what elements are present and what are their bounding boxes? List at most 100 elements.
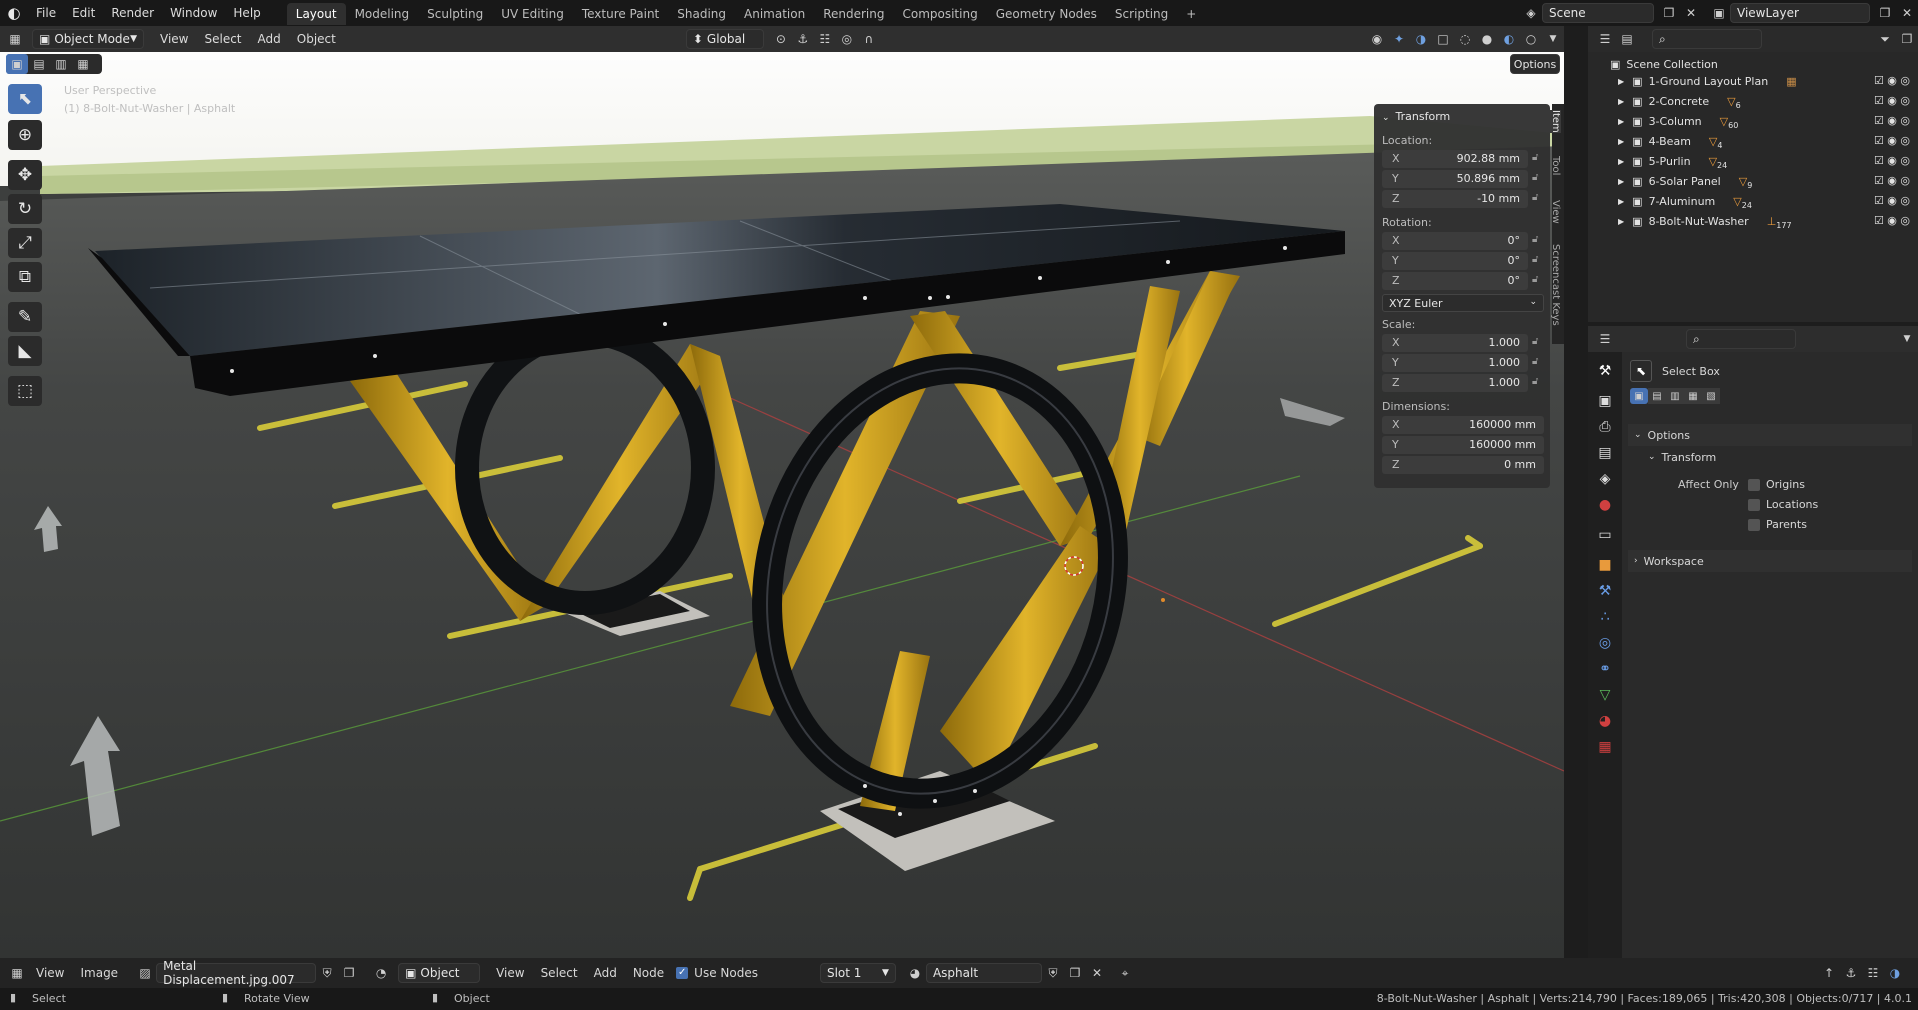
select-new-icon[interactable]: ▣ bbox=[6, 54, 28, 74]
cursor-tool[interactable]: ⊕ bbox=[8, 120, 42, 150]
transform-subpanel[interactable]: ⌄ Transform bbox=[1642, 446, 1912, 468]
add-workspace-button[interactable]: + bbox=[1177, 3, 1205, 25]
world-tab-icon[interactable]: ● bbox=[1592, 492, 1618, 518]
overlay-icon[interactable]: ◑ bbox=[1410, 29, 1432, 49]
select-new-icon[interactable]: ▣ bbox=[1630, 388, 1648, 404]
lock-icon[interactable]: 🔓︎ bbox=[1532, 254, 1544, 266]
collection-tab-icon[interactable]: ▭ bbox=[1592, 522, 1618, 548]
lock-icon[interactable]: 🔓︎ bbox=[1532, 356, 1544, 368]
rotation-y-field[interactable]: Y 0° bbox=[1382, 252, 1528, 270]
tab-sculpting[interactable]: Sculpting bbox=[418, 3, 492, 25]
slot-selector[interactable]: Slot 1 ▼ bbox=[819, 963, 896, 983]
lock-icon[interactable]: 🔓︎ bbox=[1532, 376, 1544, 388]
image-name-field[interactable]: Metal Displacement.jpg.007 bbox=[156, 959, 317, 987]
wireframe-shading-icon[interactable]: ◌ bbox=[1454, 29, 1476, 49]
visibility-toggles[interactable]: ☑ ◉ ◎ bbox=[1874, 134, 1910, 147]
lock-icon[interactable]: 🔓︎ bbox=[1532, 234, 1544, 246]
physics-tab-icon[interactable]: ◎ bbox=[1592, 630, 1618, 656]
tab-shading[interactable]: Shading bbox=[668, 3, 735, 25]
affect-origins-checkbox[interactable]: Origins bbox=[1748, 478, 1805, 491]
delete-view-layer-icon[interactable]: ✕ bbox=[1896, 3, 1918, 23]
move-tool[interactable]: ✥ bbox=[8, 160, 42, 190]
data-tab-icon[interactable]: ▽ bbox=[1592, 682, 1618, 708]
view-layer-selector[interactable]: ViewLayer bbox=[1730, 3, 1870, 23]
options-panel[interactable]: ⌄ Options bbox=[1628, 424, 1912, 446]
location-y-field[interactable]: Y 50.896 mm bbox=[1382, 170, 1528, 188]
new-collection-icon[interactable]: ❐ bbox=[1896, 29, 1918, 49]
workspace-panel[interactable]: › Workspace bbox=[1628, 550, 1912, 572]
annotate-tool[interactable]: ✎ bbox=[8, 302, 42, 332]
transform-orientation-selector[interactable]: ⬍ Global bbox=[685, 29, 764, 49]
scene-selector[interactable]: Scene bbox=[1542, 3, 1654, 23]
view-layer-icon[interactable]: ▣ bbox=[1708, 3, 1730, 23]
xray-icon[interactable]: □ bbox=[1432, 29, 1454, 49]
particles-tab-icon[interactable]: ∴ bbox=[1592, 604, 1618, 630]
visibility-toggles[interactable]: ☑ ◉ ◎ bbox=[1874, 174, 1910, 187]
affect-locations-checkbox[interactable]: Locations bbox=[1748, 498, 1818, 511]
select-box-tool[interactable]: ⬉ bbox=[8, 84, 42, 114]
menu-view[interactable]: View bbox=[28, 966, 72, 980]
falloff-icon[interactable]: ∩ bbox=[858, 29, 880, 49]
snap-target-icon[interactable]: ☷ bbox=[814, 29, 836, 49]
fake-user-icon[interactable]: ⛨ bbox=[1042, 963, 1064, 983]
transform-tool[interactable]: ⧉ bbox=[8, 262, 42, 292]
3d-viewport[interactable]: ▦ ▣ Object Mode ▼ View Select Add Object… bbox=[0, 26, 1564, 958]
object-type-selector[interactable]: ▣ Object bbox=[398, 963, 481, 983]
texture-tab-icon[interactable]: ▦ bbox=[1592, 734, 1618, 760]
lock-icon[interactable]: 🔓︎ bbox=[1532, 192, 1544, 204]
render-tab-icon[interactable]: ▣ bbox=[1592, 388, 1618, 414]
menu-help[interactable]: Help bbox=[225, 0, 268, 26]
image-browse-icon[interactable]: ▨ bbox=[134, 963, 156, 983]
scale-x-field[interactable]: X 1.000 bbox=[1382, 334, 1528, 352]
mode-selector[interactable]: ▣ Object Mode ▼ bbox=[32, 29, 144, 49]
options-dropdown[interactable]: Options bbox=[1510, 54, 1560, 74]
overlay-icon[interactable]: ◑ bbox=[1884, 963, 1906, 983]
rendered-shading-icon[interactable]: ○ bbox=[1520, 29, 1542, 49]
select-difference-icon[interactable]: ▦ bbox=[1684, 388, 1702, 404]
editor-type-icon[interactable]: ☰ bbox=[1594, 29, 1616, 49]
tool-tab-icon[interactable]: ⚒ bbox=[1592, 358, 1618, 384]
material-browse-icon[interactable]: ◕ bbox=[904, 963, 926, 983]
select-subtract-icon[interactable]: ▥ bbox=[50, 54, 72, 74]
tab-animation[interactable]: Animation bbox=[735, 3, 814, 25]
snap-icon[interactable]: ⚓ bbox=[792, 29, 814, 49]
rotation-x-field[interactable]: X 0° bbox=[1382, 232, 1528, 250]
outliner-search-input[interactable]: ⌕ bbox=[1652, 29, 1762, 49]
pivot-icon[interactable]: ⊙ bbox=[770, 29, 792, 49]
tab-screencast-keys[interactable]: Screencast Keys bbox=[1550, 244, 1561, 326]
blender-logo-icon[interactable]: ◐ bbox=[0, 3, 28, 23]
menu-render[interactable]: Render bbox=[103, 0, 162, 26]
new-view-layer-icon[interactable]: ❐ bbox=[1874, 3, 1896, 23]
visibility-toggles[interactable]: ☑ ◉ ◎ bbox=[1874, 94, 1910, 107]
lock-icon[interactable]: 🔓︎ bbox=[1532, 336, 1544, 348]
select-subtract-icon[interactable]: ▥ bbox=[1666, 388, 1684, 404]
properties-search-input[interactable]: ⌕ bbox=[1686, 329, 1796, 349]
menu-add[interactable]: Add bbox=[250, 32, 289, 46]
material-name-field[interactable]: Asphalt bbox=[925, 963, 1042, 983]
select-intersect-icon[interactable]: ▦ bbox=[72, 54, 94, 74]
lock-icon[interactable]: 🔓︎ bbox=[1532, 172, 1544, 184]
gizmo-icon[interactable]: ✦ bbox=[1388, 29, 1410, 49]
editor-type-icon[interactable]: ▦ bbox=[4, 29, 26, 49]
menu-view[interactable]: View bbox=[152, 32, 196, 46]
snap-options-icon[interactable]: ☷ bbox=[1862, 963, 1884, 983]
unlink-icon[interactable]: ✕ bbox=[1086, 963, 1108, 983]
collection-row[interactable]: ▶ ▣ 2-Concrete ▽ 6 ☑ ◉ ◎ bbox=[1588, 91, 1918, 111]
visibility-icon[interactable]: ◉ bbox=[1366, 29, 1388, 49]
constraints-tab-icon[interactable]: ⚭ bbox=[1592, 656, 1618, 682]
menu-file[interactable]: File bbox=[28, 0, 64, 26]
scene-icon[interactable]: ◈ bbox=[1520, 3, 1542, 23]
dimensions-y-field[interactable]: Y 160000 mm bbox=[1382, 436, 1544, 454]
add-cube-tool[interactable]: ⬚ bbox=[8, 376, 42, 406]
filter-icon[interactable]: ⏷ bbox=[1874, 29, 1896, 49]
dimensions-z-field[interactable]: Z 0 mm bbox=[1382, 456, 1544, 474]
dimensions-x-field[interactable]: X 160000 mm bbox=[1382, 416, 1544, 434]
collection-row[interactable]: ▶ ▣ 8-Bolt-Nut-Washer ⊥ 177 ☑ ◉ ◎ bbox=[1588, 211, 1918, 231]
collection-row[interactable]: ▶ ▣ 3-Column ▽ 60 ☑ ◉ ◎ bbox=[1588, 111, 1918, 131]
menu-edit[interactable]: Edit bbox=[64, 0, 103, 26]
editor-type-icon[interactable]: ☰ bbox=[1594, 329, 1616, 349]
visibility-toggles[interactable]: ☑ ◉ ◎ bbox=[1874, 194, 1910, 207]
output-tab-icon[interactable]: ⎙ bbox=[1592, 414, 1618, 440]
rotate-tool[interactable]: ↻ bbox=[8, 194, 42, 224]
scene-tab-icon[interactable]: ◈ bbox=[1592, 466, 1618, 492]
